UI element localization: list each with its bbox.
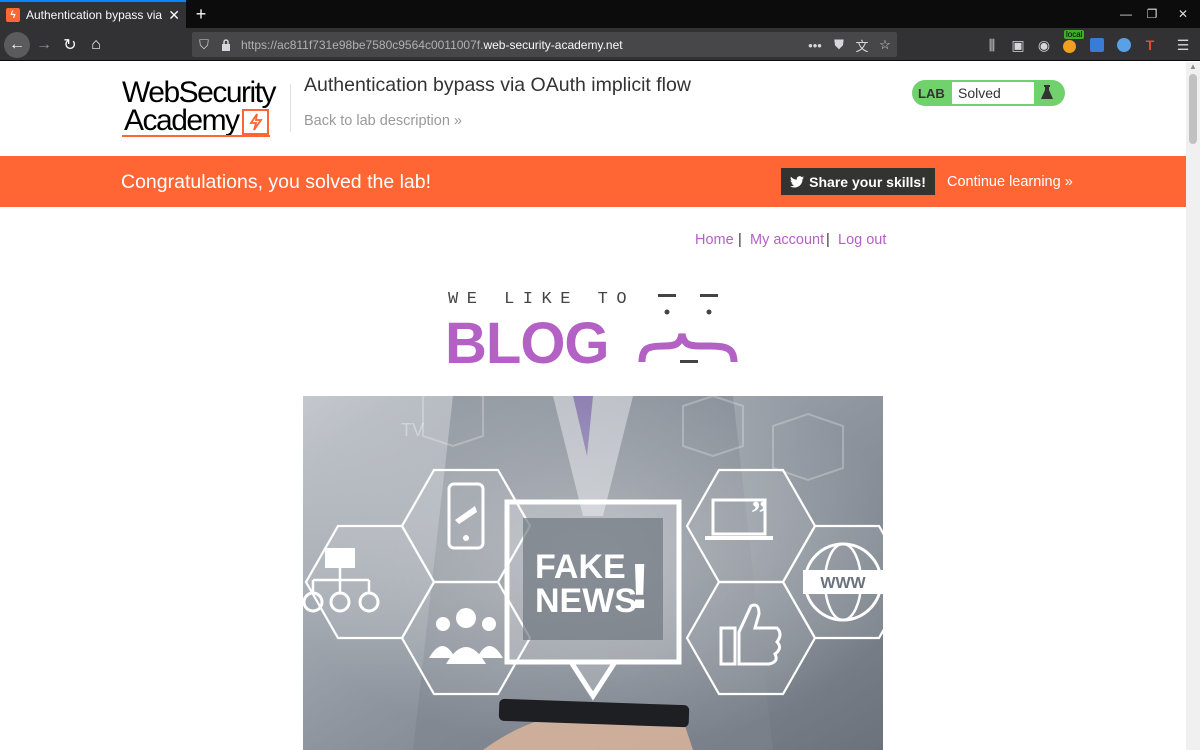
back-arrow-icon[interactable]: ← xyxy=(4,32,30,58)
forward-arrow-icon[interactable]: → xyxy=(31,32,57,58)
double-chevron-right-icon: » xyxy=(453,113,462,129)
translate-icon[interactable]: 文 xyxy=(853,36,871,54)
we-like-to-blog-logo: WE LIKE TO BLOG xyxy=(445,288,745,376)
svg-text:”: ” xyxy=(751,495,768,532)
back-to-lab-description-link[interactable]: Back to lab description » xyxy=(304,113,462,129)
lock-icon[interactable] xyxy=(217,36,235,54)
svg-text:!: ! xyxy=(629,550,650,622)
curly-brace-face-icon xyxy=(638,294,738,363)
nav-home-link[interactable]: Home xyxy=(695,232,734,248)
nav-separator: | xyxy=(826,232,830,248)
home-icon[interactable]: ⌂ xyxy=(83,32,109,58)
scroll-up-arrow-icon[interactable]: ▲ xyxy=(1189,62,1197,71)
account-icon[interactable]: ◉ xyxy=(1034,35,1054,55)
library-icon[interactable]: ⫼ xyxy=(982,35,1002,55)
text-extension-icon[interactable]: T xyxy=(1140,35,1160,55)
svg-text:FAKE: FAKE xyxy=(535,548,626,586)
extension-local-icon[interactable]: local xyxy=(1061,30,1085,55)
sidebar-icon[interactable]: ▣ xyxy=(1008,35,1028,55)
flask-icon xyxy=(1041,85,1053,99)
new-tab-icon[interactable]: + xyxy=(190,3,212,25)
pocket-icon[interactable]: ⛊ xyxy=(830,36,848,54)
tab-close-icon[interactable]: ✕ xyxy=(168,7,180,24)
translate-extension-icon[interactable] xyxy=(1087,35,1107,55)
close-window-icon[interactable]: ✕ xyxy=(1166,0,1200,28)
lab-status-widget: LAB Solved xyxy=(912,80,1065,106)
header-divider xyxy=(290,84,291,132)
blog-wordmark: BLOG xyxy=(445,311,610,376)
reload-icon[interactable]: ↻ xyxy=(57,32,83,58)
scrollbar-thumb[interactable] xyxy=(1189,74,1197,144)
lab-solved-banner: Congratulations, you solved the lab! Sha… xyxy=(0,156,1186,207)
tab-title: Authentication bypass via OAuth implicit… xyxy=(26,8,163,22)
bookmark-star-icon[interactable]: ☆ xyxy=(876,36,894,54)
nav-my-account-link[interactable]: My account xyxy=(750,232,824,248)
portswigger-favicon-icon: ϟ xyxy=(6,8,20,22)
page-actions-icon[interactable]: ••• xyxy=(806,36,824,54)
browser-tab-strip: ϟ Authentication bypass via OAuth implic… xyxy=(0,0,1200,28)
url-text: https://ac811f731e98be7580c9564c0011007f… xyxy=(241,38,623,52)
share-skills-button[interactable]: Share your skills! xyxy=(781,168,935,195)
continue-learning-link[interactable]: Continue learning » xyxy=(947,174,1073,190)
web-security-academy-logo[interactable]: WebSecurity Academy xyxy=(122,76,292,138)
web-page: WebSecurity Academy Authentication bypas… xyxy=(0,62,1186,750)
lightning-bolt-icon xyxy=(242,109,269,135)
page-scrollbar[interactable]: ▲ xyxy=(1186,62,1200,750)
menu-hamburger-icon[interactable]: ☰ xyxy=(1173,35,1193,55)
lab-status-value: Solved xyxy=(958,85,1001,101)
tracking-shield-icon[interactable]: ⛉ xyxy=(195,36,213,54)
svg-text:TV: TV xyxy=(401,420,424,440)
nav-separator: | xyxy=(738,232,742,248)
svg-text:WWW: WWW xyxy=(820,575,866,592)
academy-header: WebSecurity Academy Authentication bypas… xyxy=(0,62,1186,156)
nav-log-out-link[interactable]: Log out xyxy=(838,232,886,248)
blog-post-hero-image[interactable]: TV ” WWW FAKE NEWS ! xyxy=(303,396,883,750)
address-bar[interactable]: ⛉ https://ac811f731e98be7580c9564c001100… xyxy=(192,32,897,57)
browser-tab-active[interactable]: ϟ Authentication bypass via OAuth implic… xyxy=(0,0,186,28)
blog-tagline: WE LIKE TO xyxy=(448,290,636,309)
congratulations-message: Congratulations, you solved the lab! xyxy=(121,171,432,193)
browser-toolbar: ← → ↻ ⌂ ⛉ https://ac811f731e98be7580c956… xyxy=(0,28,1200,61)
svg-text:NEWS: NEWS xyxy=(535,582,637,620)
twitter-icon xyxy=(790,175,805,188)
restore-window-icon[interactable]: ❐ xyxy=(1135,0,1169,28)
lab-title: Authentication bypass via OAuth implicit… xyxy=(304,74,691,96)
language-extension-icon[interactable] xyxy=(1114,35,1134,55)
double-chevron-right-icon: » xyxy=(1064,174,1073,190)
lab-badge: LAB xyxy=(918,86,945,101)
